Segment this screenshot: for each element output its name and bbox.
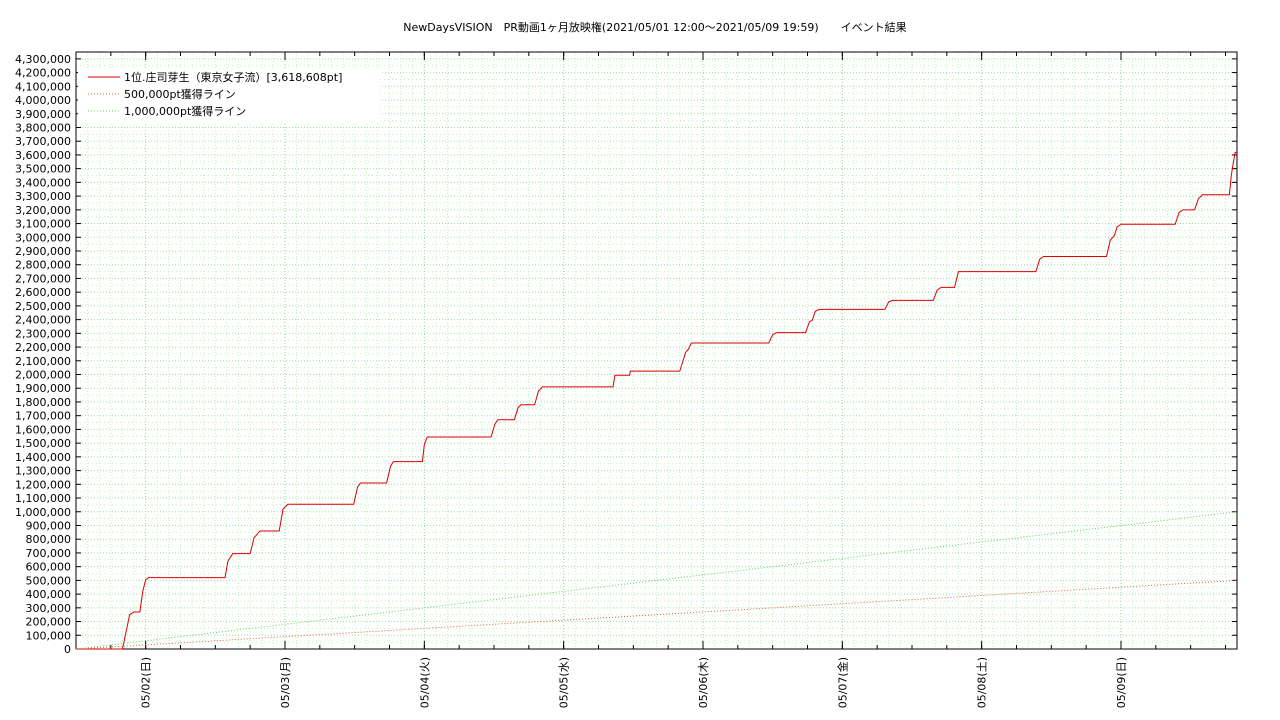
y-tick-label: 700,000: [26, 547, 72, 560]
y-tick-label: 3,400,000: [15, 176, 71, 189]
x-tick-label: 05/06(木): [697, 657, 710, 708]
y-tick-label: 300,000: [26, 602, 72, 615]
y-tick-label: 1,500,000: [15, 437, 71, 450]
y-tick-label: 600,000: [26, 561, 72, 574]
x-tick-label: 05/02(日): [140, 657, 153, 708]
y-tick-label: 1,200,000: [15, 478, 71, 491]
y-tick-label: 2,200,000: [15, 341, 71, 354]
legend-label-3: 1,000,000pt獲得ライン: [124, 105, 246, 118]
y-tick-label: 1,300,000: [15, 465, 71, 478]
y-tick-label: 4,100,000: [15, 80, 71, 93]
x-tick-label: 05/09(日): [1115, 657, 1128, 708]
y-tick-label: 1,900,000: [15, 382, 71, 395]
y-tick-label: 4,200,000: [15, 67, 71, 80]
chart-svg: 0100,000200,000300,000400,000500,000600,…: [15, 51, 1238, 708]
grid-lines: [75, 52, 1237, 650]
y-tick-label: 4,300,000: [15, 53, 71, 66]
x-tick-label: 05/07(金): [835, 657, 849, 708]
legend-label-1: 1位.庄司芽生（東京女子流）[3,618,608pt]: [124, 70, 342, 84]
y-tick-label: 2,600,000: [15, 286, 71, 299]
y-tick-label: 1,000,000: [15, 506, 71, 519]
x-tick-label: 05/05(水): [558, 657, 571, 708]
y-tick-label: 3,800,000: [15, 121, 71, 134]
y-tick-label: 3,700,000: [15, 135, 71, 148]
y-tick-label: 3,600,000: [15, 149, 71, 162]
y-tick-label: 1,600,000: [15, 423, 71, 436]
y-tick-label: 2,700,000: [15, 272, 71, 285]
y-tick-label: 2,100,000: [15, 355, 71, 368]
y-tick-label: 3,100,000: [15, 218, 71, 231]
y-tick-label: 3,200,000: [15, 204, 71, 217]
y-tick-label: 1,400,000: [15, 451, 71, 464]
legend: 1位.庄司芽生（東京女子流）[3,618,608pt] 500,000pt獲得ライ…: [78, 68, 380, 124]
y-tick-label: 2,000,000: [15, 369, 71, 382]
y-tick-label: 2,400,000: [15, 314, 71, 327]
y-tick-label: 2,300,000: [15, 327, 71, 340]
y-tick-label: 2,800,000: [15, 259, 71, 272]
y-tick-label: 900,000: [26, 519, 72, 532]
y-tick-label: 2,500,000: [15, 300, 71, 313]
y-tick-label: 500,000: [26, 574, 72, 587]
y-tick-label: 1,100,000: [15, 492, 71, 505]
x-tick-label: 05/04(火): [418, 657, 431, 708]
y-tick-label: 3,900,000: [15, 108, 71, 121]
y-tick-label: 100,000: [26, 629, 72, 642]
x-tick-label: 05/03(月): [279, 657, 292, 708]
y-tick-label: 0: [64, 643, 71, 656]
y-tick-label: 4,000,000: [15, 94, 71, 107]
y-tick-label: 400,000: [26, 588, 72, 601]
x-tick-label: 05/08(土): [976, 657, 989, 708]
chart-root: NewDaysVISION PR動画1ヶ月放映権(2021/05/01 12:0…: [0, 0, 1280, 720]
legend-label-2: 500,000pt獲得ライン: [124, 88, 236, 101]
y-tick-label: 1,800,000: [15, 396, 71, 409]
y-tick-label: 3,000,000: [15, 231, 71, 244]
y-tick-label: 200,000: [26, 616, 72, 629]
y-tick-label: 3,500,000: [15, 163, 71, 176]
y-tick-label: 1,700,000: [15, 410, 71, 423]
y-tick-label: 800,000: [26, 533, 72, 546]
y-tick-label: 3,300,000: [15, 190, 71, 203]
y-tick-label: 2,900,000: [15, 245, 71, 258]
